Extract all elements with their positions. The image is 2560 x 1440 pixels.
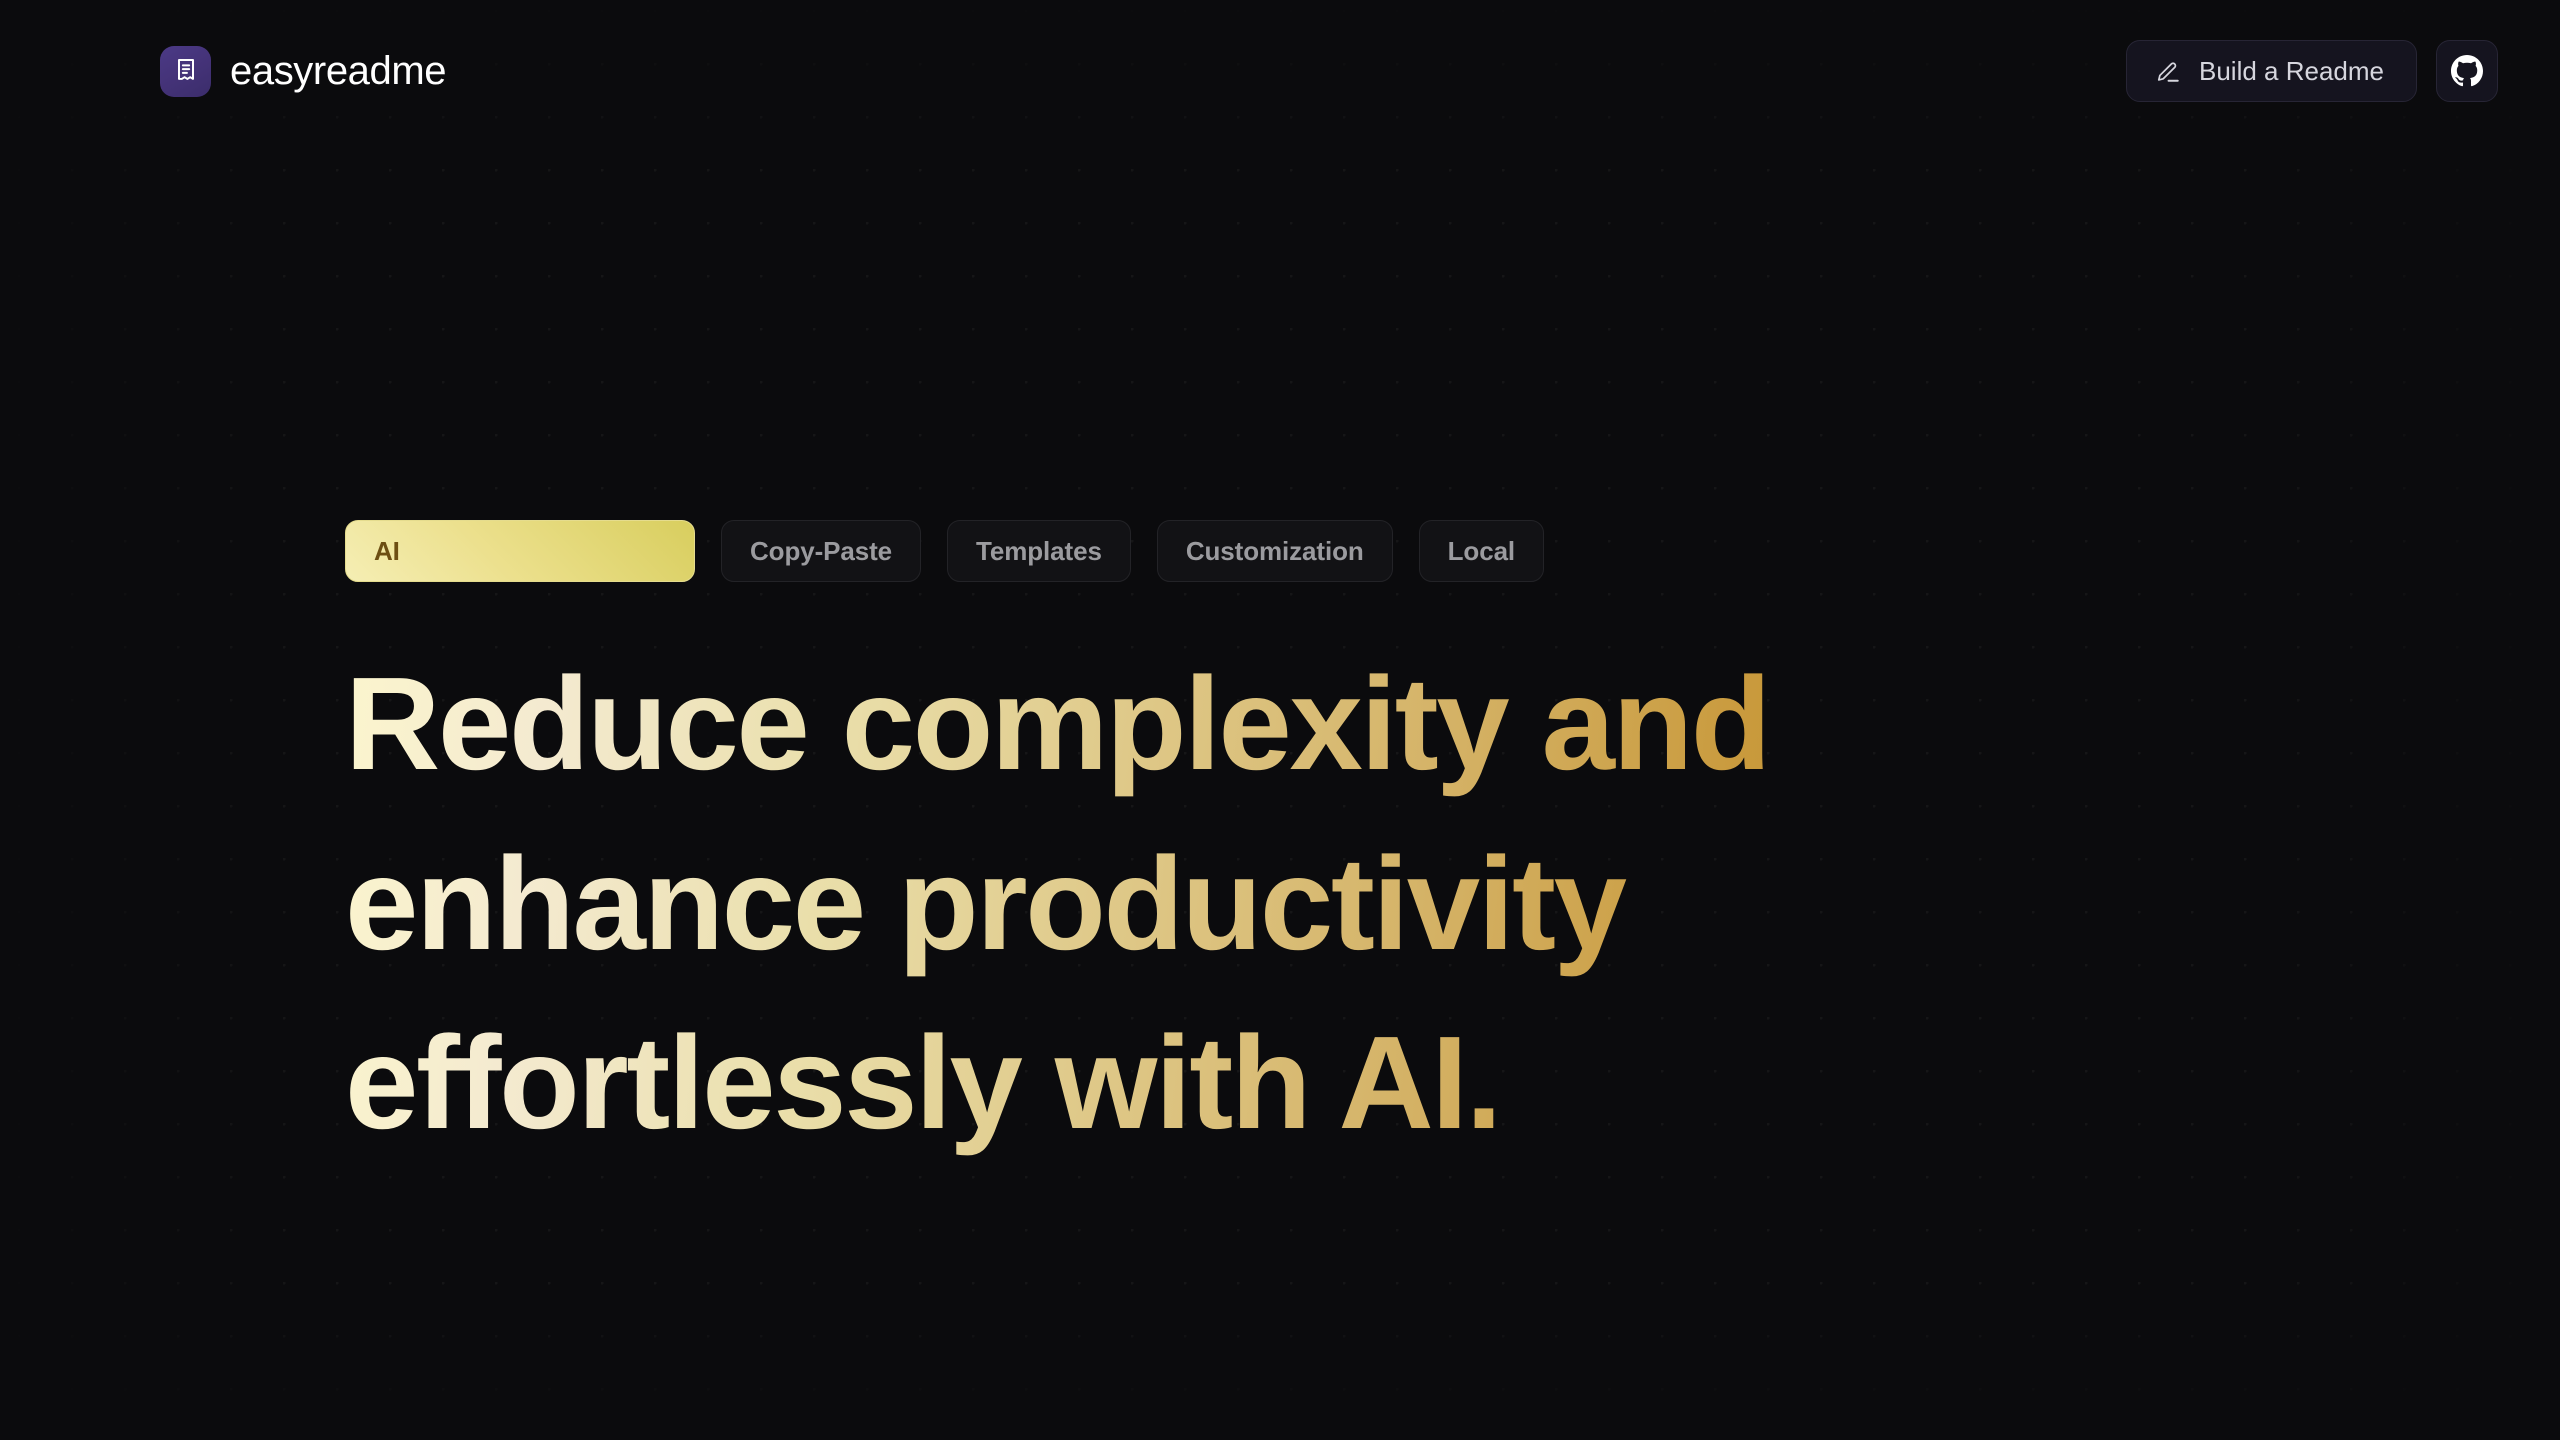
pen-edit-icon: [2155, 58, 2181, 84]
tab-label: Templates: [976, 535, 1102, 566]
tab-copy-paste[interactable]: Copy-Paste: [721, 520, 922, 582]
tab-label: Customization: [1185, 535, 1364, 566]
document-receipt-icon: [160, 45, 211, 97]
tab-local[interactable]: Local: [1418, 520, 1545, 582]
tab-customization[interactable]: Customization: [1156, 520, 1393, 582]
tab-ai[interactable]: AI: [345, 520, 695, 582]
build-readme-button[interactable]: Build a Readme: [2126, 40, 2417, 102]
hero-section: AI Copy-Paste Templates Customization Lo…: [345, 520, 2400, 1173]
tab-label: Local: [1447, 535, 1516, 566]
github-icon: [2451, 55, 2483, 87]
page-header: easyreadme Build a Readme: [0, 0, 2560, 142]
tab-label: Copy-Paste: [750, 535, 893, 566]
header-actions: Build a Readme: [2126, 40, 2498, 102]
github-link-button[interactable]: [2436, 40, 2498, 102]
hero-headline: Reduce complexity and enhance productivi…: [345, 634, 2045, 1173]
brand-logo-link[interactable]: easyreadme: [160, 45, 447, 97]
tab-templates[interactable]: Templates: [947, 520, 1131, 582]
tab-label: AI: [374, 535, 400, 566]
brand-name: easyreadme: [230, 48, 447, 93]
category-tab-row: AI Copy-Paste Templates Customization Lo…: [345, 520, 2400, 582]
build-readme-label: Build a Readme: [2199, 55, 2384, 86]
